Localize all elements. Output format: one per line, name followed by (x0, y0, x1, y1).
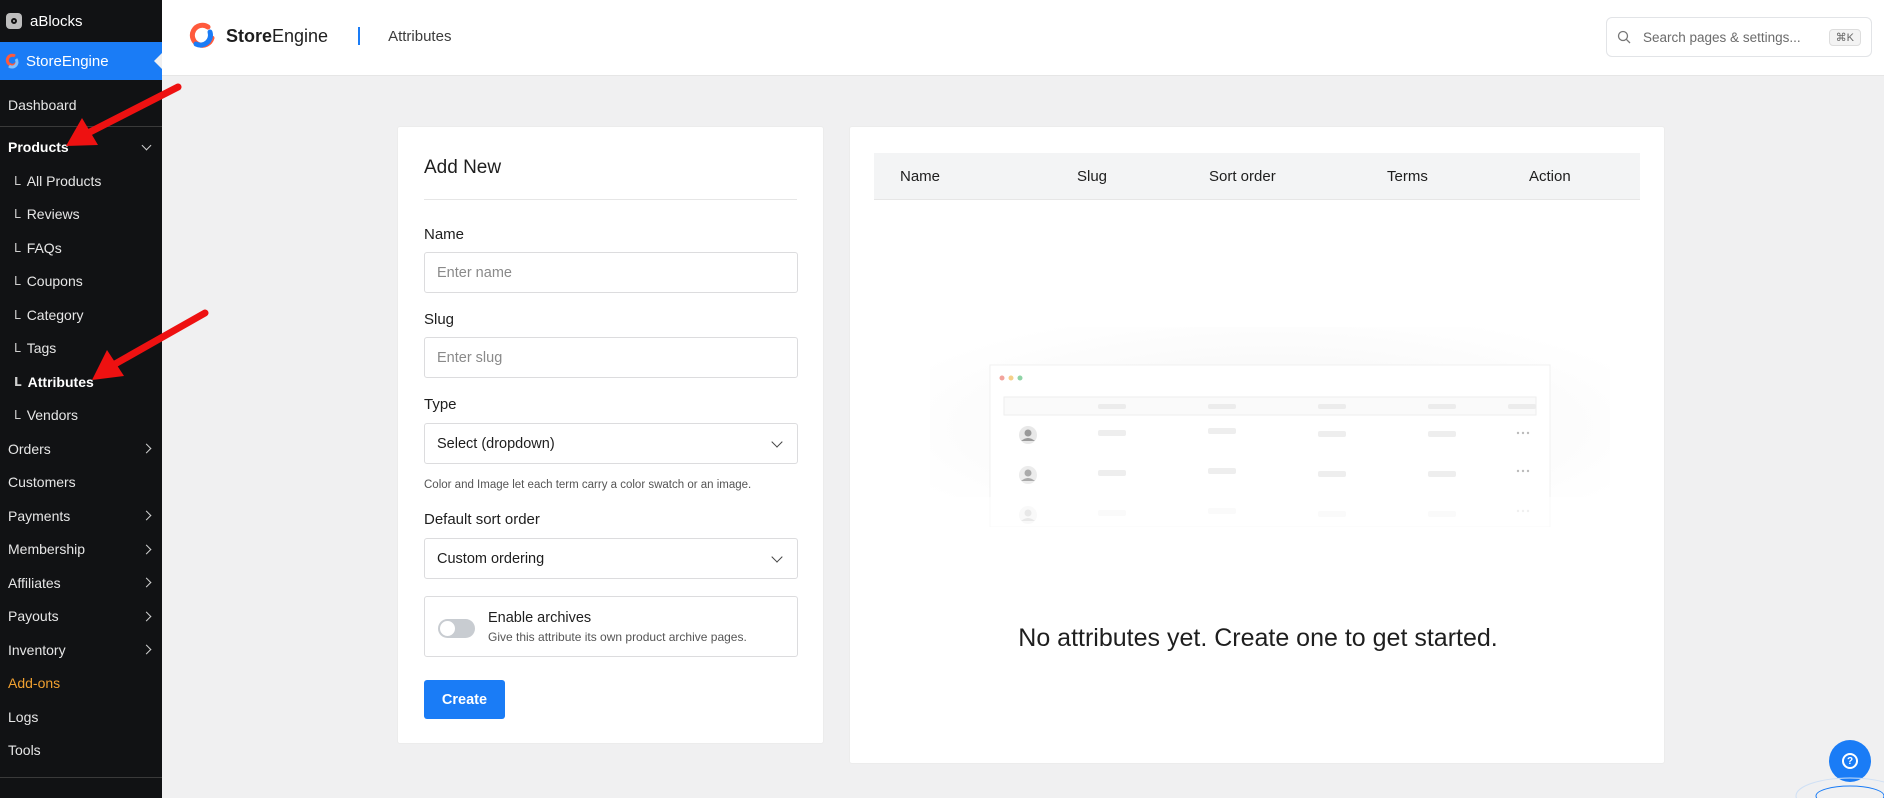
chevron-down-icon (771, 550, 783, 563)
sidebar-item-dashboard[interactable]: Dashboard (0, 88, 162, 122)
chevron-right-icon (141, 510, 152, 521)
create-button[interactable]: Create (424, 680, 505, 719)
site-name: aBlocks (30, 12, 83, 30)
page-title: Attributes (388, 27, 452, 45)
sidebar-subitem-reviews[interactable]: Ⅼ Reviews (0, 198, 162, 232)
plugin-name: StoreEngine (26, 52, 109, 70)
sidebar-subitem-coupons[interactable]: Ⅼ Coupons (0, 265, 162, 299)
empty-state-message: No attributes yet. Create one to get sta… (1018, 624, 1498, 652)
sub-indent-icon: Ⅼ (14, 374, 22, 389)
toggle-knob (440, 621, 455, 636)
search-shortcut: ⌘K (1828, 28, 1861, 46)
table-header: Name Slug Sort order Terms Action (874, 153, 1640, 200)
type-select[interactable]: Select (dropdown) (424, 423, 798, 464)
admin-sidebar: aBlocks StoreEngine Dashboard Products Ⅼ… (0, 0, 162, 798)
site-logo-icon (6, 13, 22, 29)
sub-indent-icon: Ⅼ (14, 240, 21, 255)
chevron-down-icon (141, 140, 152, 151)
column-header-name[interactable]: Name (900, 168, 940, 185)
column-header-action: Action (1529, 168, 1571, 185)
archives-description: Give this attribute its own product arch… (488, 630, 747, 644)
sidebar-item-payouts[interactable]: Payouts (0, 600, 162, 634)
sidebar-item-customers[interactable]: Customers (0, 466, 162, 500)
sub-indent-icon: Ⅼ (14, 173, 21, 188)
help-icon: ? (1842, 753, 1858, 769)
sub-indent-icon: Ⅼ (14, 207, 21, 222)
column-header-slug[interactable]: Slug (1077, 168, 1107, 185)
name-input[interactable]: Enter name (424, 252, 798, 293)
column-header-terms[interactable]: Terms (1387, 168, 1428, 185)
empty-state-illustration (930, 327, 1610, 527)
chevron-right-icon (141, 611, 152, 622)
sort-order-select[interactable]: Custom ordering (424, 538, 798, 579)
sidebar-item-storeengine[interactable]: StoreEngine (0, 42, 162, 80)
sidebar-item-logs[interactable]: Logs (0, 700, 162, 734)
sub-indent-icon: Ⅼ (14, 408, 21, 423)
sidebar-item-inventory[interactable]: Inventory (0, 633, 162, 667)
sidebar-item-tools[interactable]: Tools (0, 734, 162, 768)
chevron-right-icon (141, 443, 152, 454)
storeengine-logo-icon (5, 53, 19, 69)
sidebar-subitem-vendors[interactable]: Ⅼ Vendors (0, 399, 162, 433)
sidebar-divider (0, 777, 162, 778)
sidebar-item-products[interactable]: Products (0, 131, 162, 165)
chevron-right-icon (141, 577, 152, 588)
sidebar-item-payments[interactable]: Payments (0, 499, 162, 533)
sidebar-subitem-category[interactable]: Ⅼ Category (0, 298, 162, 332)
form-divider (424, 199, 797, 200)
brand: StoreEngine Attributes (188, 22, 451, 50)
type-label: Type (424, 396, 457, 413)
sidebar-item-membership[interactable]: Membership (0, 533, 162, 567)
sidebar-item-add-ons[interactable]: Add-ons (0, 667, 162, 701)
archives-option: Enable archives Give this attribute its … (424, 596, 798, 657)
storeengine-logo-icon (189, 22, 215, 48)
sidebar-subitem-tags[interactable]: Ⅼ Tags (0, 332, 162, 366)
search-icon (1617, 30, 1631, 44)
form-title: Add New (424, 157, 502, 178)
chevron-right-icon (141, 544, 152, 555)
chevron-right-icon (141, 644, 152, 655)
sort-order-label: Default sort order (424, 511, 540, 528)
type-hint: Color and Image let each term carry a co… (424, 479, 752, 491)
sidebar-item-orders[interactable]: Orders (0, 432, 162, 466)
sidebar-subitem-attributes[interactable]: Ⅼ Attributes (0, 365, 162, 399)
brand-name: StoreEngine (226, 25, 329, 46)
slug-label: Slug (424, 311, 455, 328)
search-input[interactable]: Search pages & settings... ⌘K (1606, 17, 1872, 57)
archives-toggle[interactable] (438, 619, 475, 638)
sidebar-subitem-faqs[interactable]: Ⅼ FAQs (0, 231, 162, 265)
sub-indent-icon: Ⅼ (14, 274, 21, 289)
sub-indent-icon: Ⅼ (14, 341, 21, 356)
attributes-table: Name Slug Sort order Terms Action No att… (849, 126, 1665, 764)
top-header: StoreEngine Attributes Search pages & se… (162, 0, 1884, 76)
slug-input[interactable]: Enter slug (424, 337, 798, 378)
add-attribute-form: Add New Name Enter name Slug Enter slug … (397, 126, 824, 744)
chevron-down-icon (771, 435, 783, 448)
sidebar-item-affiliates[interactable]: Affiliates (0, 566, 162, 600)
column-header-sort-order[interactable]: Sort order (1209, 168, 1276, 185)
name-label: Name (424, 226, 465, 243)
help-ripple-decoration (1795, 777, 1884, 798)
sub-indent-icon: Ⅼ (14, 307, 21, 322)
header-divider (358, 27, 361, 45)
sidebar-subitem-all-products[interactable]: Ⅼ All Products (0, 164, 162, 198)
archives-title: Enable archives (488, 610, 592, 626)
search-placeholder: Search pages & settings... (1643, 29, 1801, 45)
site-link[interactable]: aBlocks (0, 0, 162, 42)
